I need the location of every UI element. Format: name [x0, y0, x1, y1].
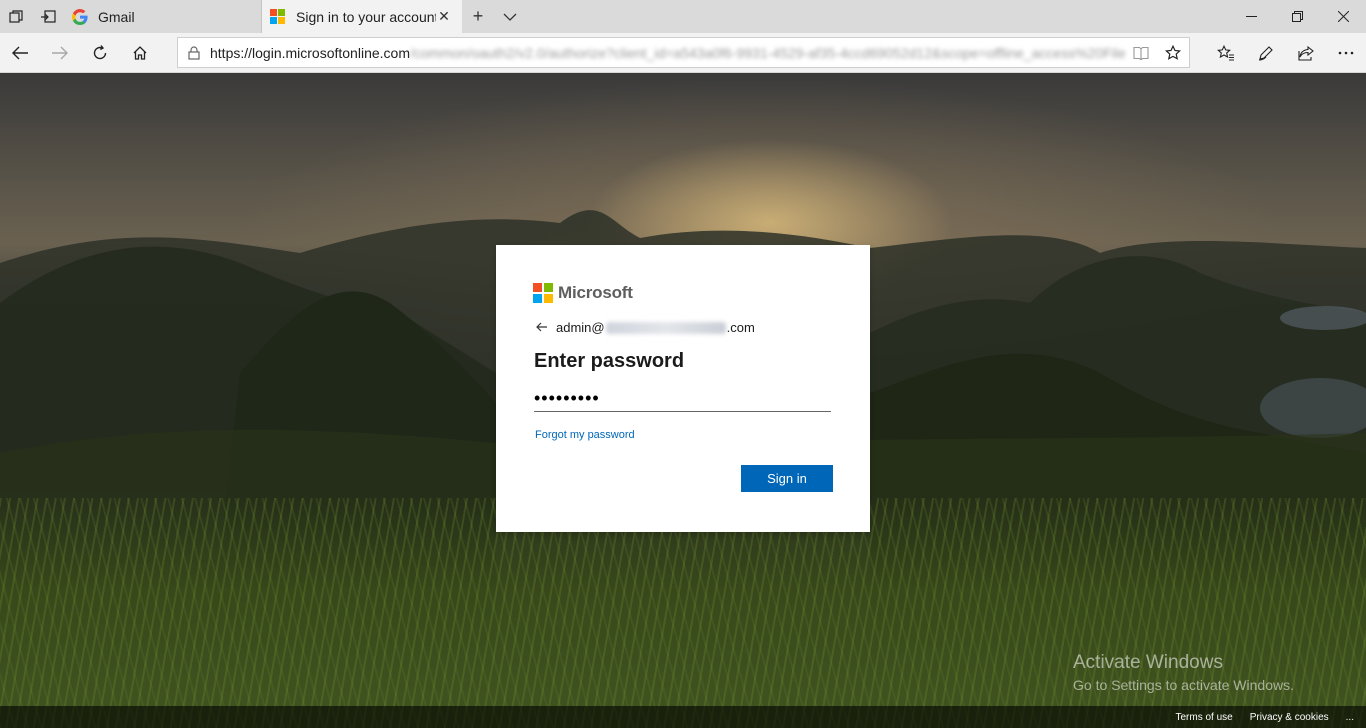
reading-view-icon[interactable] [1125, 46, 1157, 60]
tab-sign-in[interactable]: Sign in to your account ✕ [262, 0, 462, 33]
close-window-icon[interactable] [1320, 0, 1366, 33]
refresh-icon[interactable] [80, 33, 120, 73]
url-host: https://login.microsoftonline.com [210, 44, 410, 61]
account-identity[interactable]: admin@ .com [536, 320, 755, 335]
watermark-subtitle: Go to Settings to activate Windows. [1073, 677, 1294, 693]
home-icon[interactable] [120, 33, 160, 73]
page-footer: Terms of use Privacy & cookies ... [0, 706, 1366, 728]
address-bar[interactable]: https://login.microsoftonline.com /commo… [177, 37, 1190, 68]
share-icon[interactable] [1286, 33, 1326, 73]
sign-in-card: Microsoft admin@ .com Enter password •••… [496, 245, 870, 532]
forgot-password-link[interactable]: Forgot my password [535, 429, 635, 441]
tabs-aside-icon[interactable] [0, 0, 32, 33]
tab-strip: Gmail Sign in to your account ✕ + [0, 0, 1366, 33]
watermark-title: Activate Windows [1073, 652, 1223, 673]
favorite-star-icon[interactable] [1157, 44, 1189, 61]
new-tab-icon[interactable]: + [462, 0, 494, 33]
forward-arrow-icon[interactable] [40, 33, 80, 73]
sign-in-button[interactable]: Sign in [741, 465, 833, 492]
brand-name: Microsoft [558, 283, 633, 302]
back-arrow-icon[interactable] [0, 33, 40, 73]
url-path: /common/oauth2/v2.0/authorize?client_id=… [409, 44, 1125, 61]
lock-icon[interactable] [178, 45, 210, 60]
footer-more-button[interactable]: ... [1346, 712, 1354, 723]
privacy-link[interactable]: Privacy & cookies [1250, 712, 1329, 723]
more-options-icon[interactable] [1326, 33, 1366, 73]
microsoft-icon [270, 8, 286, 25]
page-title: Enter password [534, 350, 685, 372]
microsoft-brand: Microsoft [533, 283, 633, 303]
email-suffix: .com [726, 320, 755, 335]
restore-icon[interactable] [1274, 0, 1320, 33]
email-prefix: admin@ [556, 320, 605, 335]
favorites-hub-icon[interactable] [1206, 33, 1246, 73]
chevron-down-icon[interactable] [494, 0, 526, 33]
activate-windows-watermark: Activate Windows Go to Settings to activ… [1073, 652, 1294, 693]
password-field[interactable]: ••••••••• [534, 386, 831, 412]
google-g-icon [72, 8, 88, 25]
grass-foreground [0, 498, 1366, 728]
set-aside-tabs-icon[interactable] [32, 0, 64, 33]
microsoft-logo-icon [533, 283, 553, 303]
pen-icon[interactable] [1246, 33, 1286, 73]
terms-link[interactable]: Terms of use [1175, 712, 1232, 723]
tab-title: Sign in to your account [296, 8, 436, 25]
tab-title: Gmail [98, 8, 135, 25]
back-arrow-icon[interactable] [536, 320, 552, 335]
close-tab-icon[interactable]: ✕ [436, 8, 452, 25]
tab-gmail[interactable]: Gmail [64, 0, 262, 33]
redacted-domain [605, 321, 726, 334]
minimize-icon[interactable] [1228, 0, 1274, 33]
navigation-bar: https://login.microsoftonline.com /commo… [0, 33, 1366, 73]
